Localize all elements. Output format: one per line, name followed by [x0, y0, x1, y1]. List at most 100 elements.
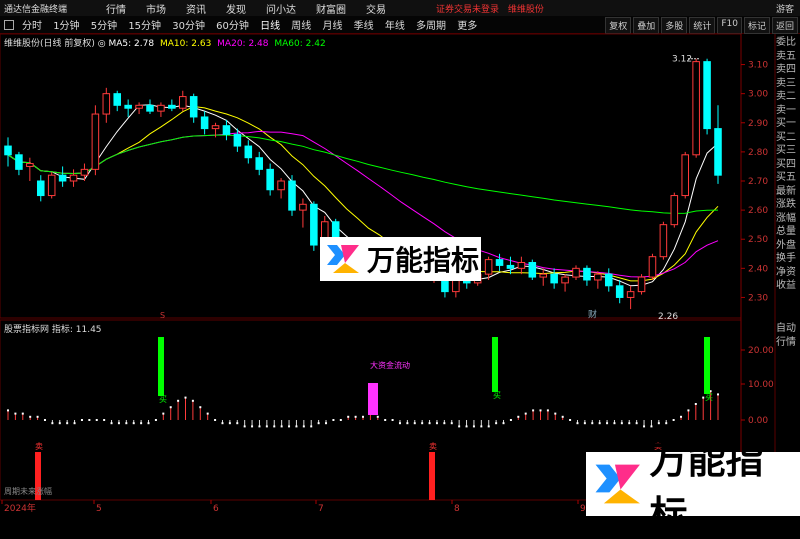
side-panel-item[interactable]: 买一: [776, 117, 800, 131]
indicator-dot: [680, 415, 683, 418]
menu-item-jiaoyi[interactable]: 交易: [356, 1, 396, 16]
ma20-value: 2.48: [248, 39, 269, 49]
indicator-dot: [569, 419, 572, 421]
candle: [189, 96, 198, 118]
stock-name-notice: 维维股份: [507, 5, 544, 15]
buy-signal-label: 买: [493, 391, 501, 400]
side-panel-item[interactable]: 买五: [776, 171, 800, 185]
buy-signal-bar: [158, 337, 164, 396]
menu-item-shichang[interactable]: 市场: [136, 1, 176, 16]
candle: [157, 104, 165, 112]
adjust-button[interactable]: 复权: [605, 17, 632, 34]
tab-multi-period[interactable]: 多周期: [412, 21, 450, 32]
quote-side-panel: 委比 卖五 卖四 卖三 卖二 卖一 买一 买二 买三 买四 买五 最新 涨跌 涨幅 总量 外盘 换手 净资 收益: [776, 36, 800, 293]
y-tick-label: 2.70: [748, 177, 768, 187]
indicator-dot: [650, 425, 653, 428]
mark-button[interactable]: 标记: [743, 17, 770, 34]
sell-signal-bar: [429, 452, 435, 500]
side-panel-item[interactable]: 卖四: [776, 63, 800, 77]
side-panel-item[interactable]: 换手: [776, 252, 800, 266]
side-panel-item[interactable]: 最新: [776, 185, 800, 199]
big-fund-bar: [368, 383, 378, 415]
indicator-dot: [125, 422, 128, 425]
panel-toggle-icon[interactable]: [4, 19, 14, 30]
user-label[interactable]: 游客: [776, 2, 794, 15]
tab-quarterly[interactable]: 季线: [350, 21, 378, 32]
f10-button[interactable]: F10: [717, 17, 742, 34]
side-panel-item[interactable]: 买二: [776, 131, 800, 145]
buy-signal-bar: [492, 337, 498, 392]
tab-60min[interactable]: 60分钟: [212, 21, 253, 32]
indicator-dot: [43, 419, 46, 421]
overlay-button[interactable]: 叠加: [633, 17, 660, 34]
side-panel-item[interactable]: 卖一: [776, 104, 800, 118]
side-panel-item[interactable]: 行情: [776, 336, 800, 350]
trade-login-link[interactable]: 证券交易未登录: [436, 5, 499, 15]
side-panel-item[interactable]: 自动: [776, 322, 800, 336]
indicator-dot: [694, 403, 697, 405]
tab-15min[interactable]: 15分钟: [124, 21, 165, 32]
candle: [113, 93, 122, 106]
side-panel-item[interactable]: 卖三: [776, 77, 800, 91]
side-panel-item[interactable]: 涨跌: [776, 198, 800, 212]
candle: [255, 157, 264, 170]
indicator-dot: [546, 409, 549, 412]
indicator-dot: [140, 422, 143, 425]
menu-item-zixun[interactable]: 资讯: [176, 1, 216, 16]
side-panel-item[interactable]: 净资: [776, 266, 800, 280]
indicator-dot: [628, 422, 631, 425]
tab-monthly[interactable]: 月线: [318, 21, 346, 32]
side-panel-item[interactable]: 外盘: [776, 239, 800, 253]
multi-stock-button[interactable]: 多股: [661, 17, 688, 34]
main-menu: 行情 市场 资讯 发现 问小达 财富圈 交易: [96, 1, 396, 16]
candle: [648, 256, 657, 278]
candle: [288, 180, 296, 211]
candle: [681, 154, 690, 197]
tab-yearly[interactable]: 年线: [381, 21, 409, 32]
y-tick-label: 2.50: [748, 235, 768, 245]
tab-30min[interactable]: 30分钟: [168, 21, 209, 32]
menu-item-faxian[interactable]: 发现: [216, 1, 256, 16]
ma5-value: 2.78: [134, 39, 155, 49]
side-panel-item[interactable]: 委比: [776, 36, 800, 50]
watermark-text: 万能指标: [367, 244, 480, 277]
side-panel-item[interactable]: 总量: [776, 225, 800, 239]
indicator-dot: [339, 419, 342, 421]
indicator-dot: [435, 422, 438, 425]
candle: [528, 262, 537, 278]
tab-weekly[interactable]: 周线: [287, 21, 315, 32]
tab-5min[interactable]: 5分钟: [87, 21, 121, 32]
indicator-dot: [66, 422, 69, 425]
menu-item-wenxiaoda[interactable]: 问小达: [256, 1, 306, 16]
ma20-name: MA20: [217, 39, 243, 49]
tab-1min[interactable]: 1分钟: [49, 21, 83, 32]
indicator-dot: [51, 422, 54, 425]
side-panel-item[interactable]: 涨幅: [776, 212, 800, 226]
tab-daily[interactable]: 日线: [256, 21, 284, 32]
candle: [506, 264, 515, 269]
side-panel-item[interactable]: 买四: [776, 158, 800, 172]
tab-more[interactable]: 更多: [453, 21, 481, 32]
login-notice: 证券交易未登录 维维股份: [436, 2, 550, 15]
side-panel-item[interactable]: 卖五: [776, 50, 800, 64]
indicator-tick-label: 10.00: [748, 380, 774, 390]
ma5-name: MA5: [108, 39, 129, 49]
indicator-dot: [221, 422, 224, 425]
side-panel-item[interactable]: 卖二: [776, 90, 800, 104]
tab-fenshi[interactable]: 分时: [18, 21, 46, 32]
indicator-label: 股票指标网 指标: 11.45: [4, 325, 102, 335]
menu-item-caifuquan[interactable]: 财富圈: [306, 1, 356, 16]
stock-label: 维维股份(日线 前复权): [4, 39, 95, 49]
side-panel-item[interactable]: 买三: [776, 144, 800, 158]
stats-button[interactable]: 统计: [689, 17, 716, 34]
side-panel-item[interactable]: 收益: [776, 279, 800, 293]
candle: [15, 154, 23, 170]
buy-signal-label: 买: [705, 393, 713, 402]
ma60-value: 2.42: [305, 39, 326, 49]
indicator-dot: [184, 396, 187, 399]
back-button[interactable]: 返回: [771, 17, 798, 34]
menu-item-hangqing[interactable]: 行情: [96, 1, 136, 16]
indicator-dot: [606, 422, 609, 425]
candle: [484, 259, 493, 275]
indicator-dot: [265, 425, 268, 428]
